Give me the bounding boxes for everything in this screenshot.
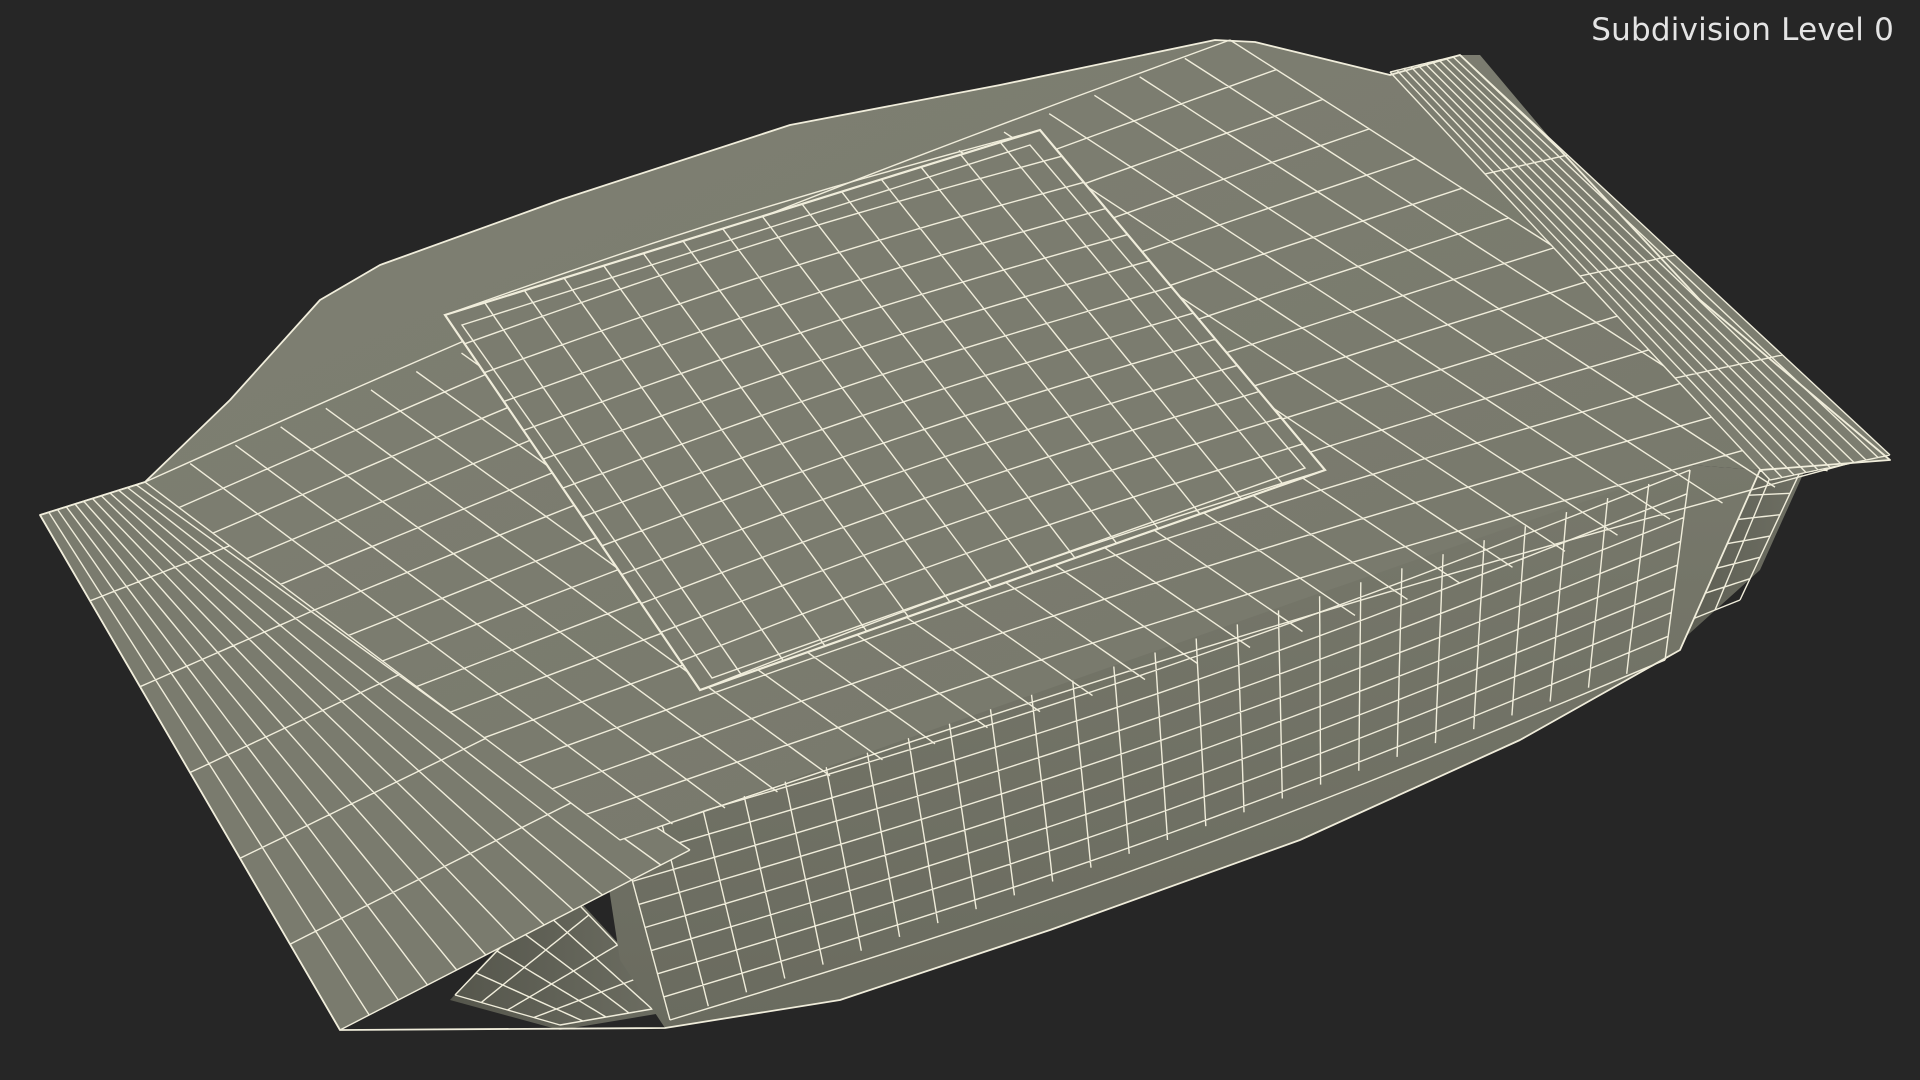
wireframe-bag-model	[39, 39, 1891, 1031]
subdivision-level-label: Subdivision Level 0	[1591, 12, 1894, 48]
bag-mesh	[39, 39, 1891, 1031]
render-viewport: Subdivision Level 0	[0, 0, 1920, 1080]
